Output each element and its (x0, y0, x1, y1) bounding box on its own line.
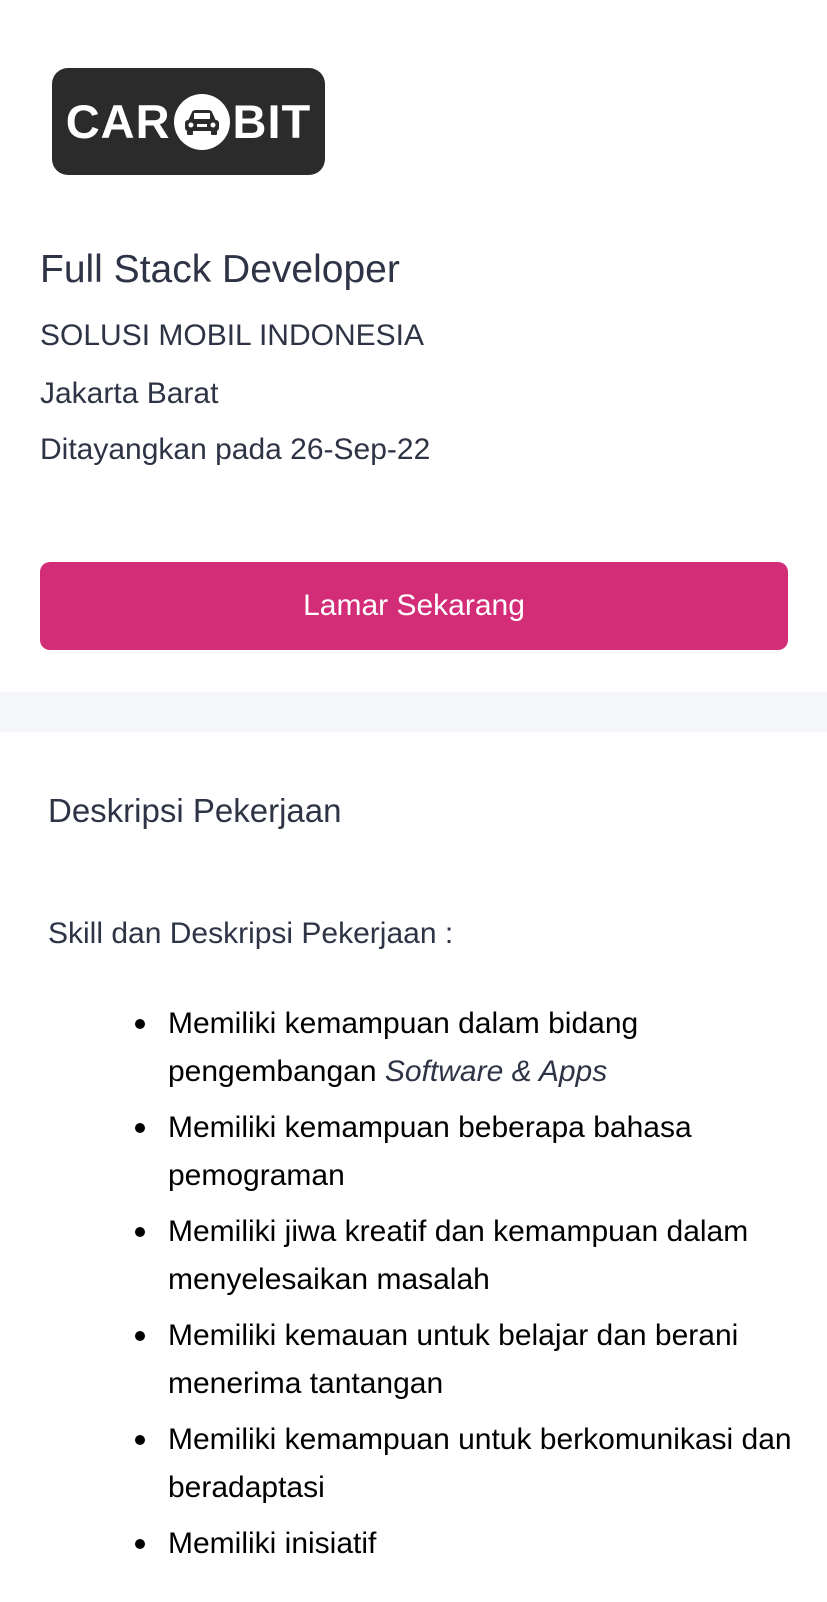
list-item: Memiliki inisiatif (0, 1520, 800, 1568)
section-heading: Deskripsi Pekerjaan (48, 792, 342, 829)
bullet-icon (135, 1227, 145, 1237)
list-item: Memiliki kemauan untuk belajar dan beran… (0, 1312, 800, 1408)
bullet-icon (135, 1123, 145, 1133)
list-item-text: Memiliki inisiatif (168, 1527, 377, 1560)
description-intro: Skill dan Deskripsi Pekerjaan : (48, 917, 454, 950)
list-item: Memiliki kemampuan untuk berkomunikasi d… (0, 1416, 800, 1512)
list-item-text: Memiliki kemampuan untuk berkomunikasi d… (168, 1423, 792, 1504)
list-item: Memiliki kemampuan dalam bidang pengemba… (0, 1000, 800, 1096)
list-item-text: Memiliki kemampuan beberapa bahasa pemog… (168, 1111, 692, 1192)
company-name: SOLUSI MOBIL INDONESIA (40, 319, 424, 352)
bullet-icon (135, 1019, 145, 1029)
job-title: Full Stack Developer (40, 248, 400, 291)
list-item-emphasis: Software & Apps (384, 1055, 608, 1088)
company-logo: CAR BIT (52, 68, 325, 175)
posted-date: Ditayangkan pada 26-Sep-22 (40, 433, 431, 466)
list-item: Memiliki kemampuan beberapa bahasa pemog… (0, 1104, 800, 1200)
section-divider (0, 692, 827, 732)
list-item-text: Memiliki kemauan untuk belajar dan beran… (168, 1319, 739, 1400)
car-icon (173, 93, 230, 150)
logo-text-right: BIT (232, 95, 312, 148)
list-item-text: Memiliki jiwa kreatif dan kemampuan dala… (168, 1215, 749, 1296)
job-location: Jakarta Barat (40, 377, 219, 410)
apply-now-button[interactable]: Lamar Sekarang (40, 562, 788, 650)
bullet-icon (135, 1435, 145, 1445)
bullet-icon (135, 1331, 145, 1341)
logo-text-left: CAR (65, 95, 171, 148)
list-item: Memiliki jiwa kreatif dan kemampuan dala… (0, 1208, 800, 1304)
requirements-list: Memiliki kemampuan dalam bidang pengemba… (0, 1000, 800, 1576)
bullet-icon (135, 1539, 145, 1549)
